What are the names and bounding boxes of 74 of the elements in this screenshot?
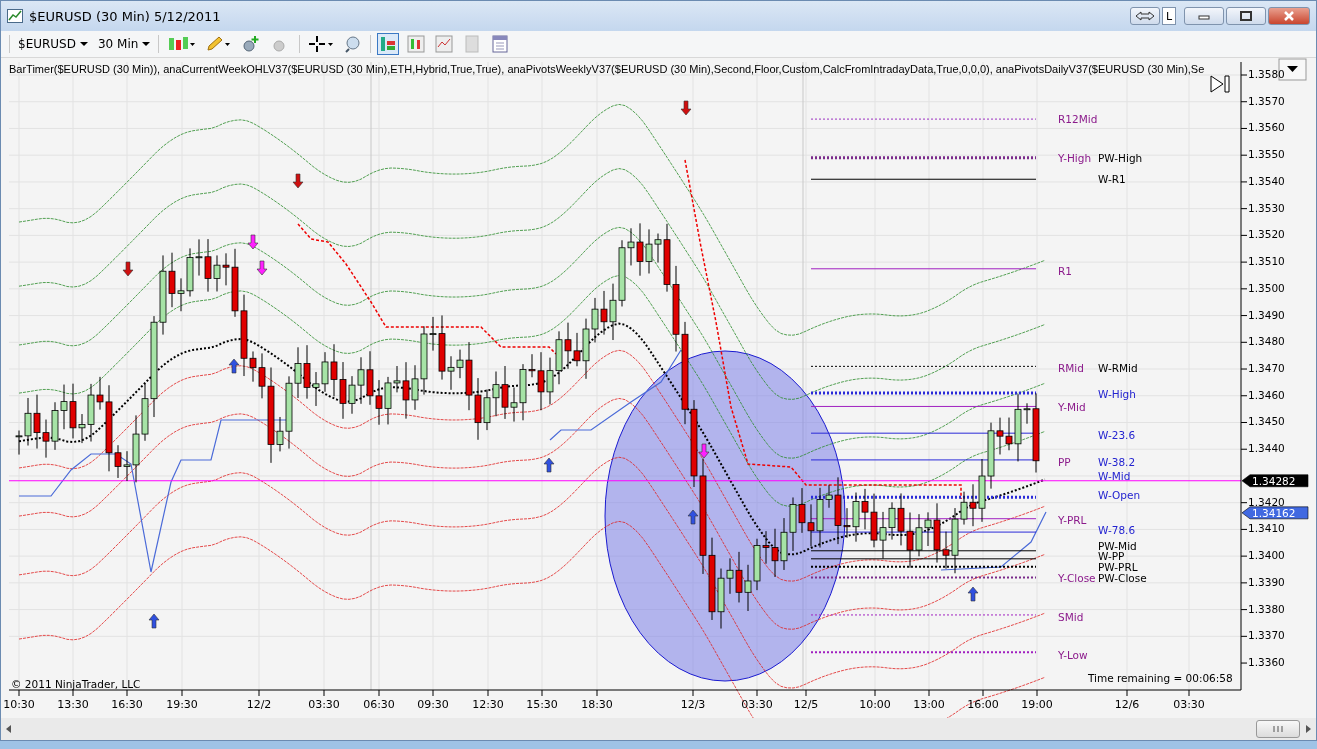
price-tick-label: 1.3420	[1248, 495, 1285, 508]
pivot-label: Y-Close	[1058, 572, 1096, 584]
pivot-label: R1	[1058, 265, 1072, 277]
price-tick-label: 1.3400	[1248, 549, 1285, 562]
time-tick-label: 12/6	[1114, 698, 1140, 711]
instrument-dropdown[interactable]: $EURUSD	[16, 37, 90, 51]
pivot-label: W-R1	[1098, 173, 1126, 185]
time-tick-label: 12/2	[246, 698, 272, 711]
link-button[interactable]: L	[1162, 7, 1176, 25]
pivot-label: PW-High	[1098, 152, 1143, 164]
window-title: $EURUSD (30 Min) 5/12/2011	[29, 8, 222, 24]
price-tick-label: 1.3370	[1248, 629, 1285, 642]
time-tick-label: 03:30	[1173, 698, 1205, 711]
time-remaining-text: Time remaining = 00:06:58	[1088, 672, 1233, 684]
time-tick-label: 03:30	[308, 698, 340, 711]
time-tick-label: 12/5	[793, 698, 819, 711]
price-tick-label: 1.3550	[1248, 148, 1285, 161]
price-tick-label: 1.3440	[1248, 442, 1285, 455]
time-tick-label: 18:30	[581, 698, 613, 711]
pivot-label: W-RMid	[1098, 362, 1138, 374]
time-tick-label: 19:30	[166, 698, 198, 711]
time-tick-label: 13:00	[913, 698, 945, 711]
time-tick-label: 19:00	[1021, 698, 1053, 711]
pivot-label: W-High	[1098, 388, 1136, 400]
time-tick-label: 16:30	[111, 698, 143, 711]
time-tick-label: 10:00	[859, 698, 891, 711]
price-flag-label: 1.34282	[1252, 474, 1296, 487]
price-tick-label: 1.3520	[1248, 228, 1285, 241]
pivot-label: PW-PRL	[1098, 561, 1138, 573]
price-tick-label: 1.3390	[1248, 575, 1285, 588]
price-tick-label: 1.3480	[1248, 335, 1285, 348]
interval-dropdown[interactable]: 30 Min	[96, 37, 153, 51]
pivot-label: W-38.2	[1098, 456, 1136, 468]
price-tick-label: 1.3380	[1248, 602, 1285, 615]
price-tick-label: 1.3410	[1248, 522, 1285, 535]
indicator-list: BarTimer($EURUSD (30 Min)), anaCurrentWeekOHLV37($EURUSD (30 Min),ETH,Hybrid,True,True), anaPivotsWeeklyV37($EURUSD (30 Min),Second,Floor,Custom,CalcFromIntradayData,True,0,0,0), anaPivotsDailyV37($EURUSD (30 Min),Se	[9, 63, 1205, 75]
time-tick-label: 12:30	[472, 698, 504, 711]
pivot-label: W-78.6	[1098, 524, 1136, 536]
pivot-label: Y-Mid	[1058, 401, 1086, 413]
pivot-label: R12Mid	[1058, 113, 1098, 125]
price-tick-label: 1.3450	[1248, 415, 1285, 428]
pivot-label: PW-Close	[1098, 572, 1147, 584]
price-tick-label: 1.3470	[1248, 362, 1285, 375]
time-tick-label: 10:30	[3, 698, 35, 711]
price-tick-label: 1.3500	[1248, 281, 1285, 294]
pivot-label: Y-PRL	[1058, 514, 1087, 526]
pivot-label: PP	[1058, 456, 1071, 468]
price-tick-label: 1.3570	[1248, 94, 1285, 107]
time-tick-label: 13:30	[57, 698, 89, 711]
pivot-label: Y-High	[1058, 152, 1092, 164]
copyright-text: © 2011 NinjaTrader, LLC	[11, 678, 141, 690]
pivot-label: RMid	[1058, 362, 1084, 374]
time-tick-label: 15:30	[526, 698, 558, 711]
pivot-label: W-23.6	[1098, 429, 1136, 441]
price-tick-label: 1.3490	[1248, 308, 1285, 321]
pivot-label: W-PP	[1098, 550, 1125, 562]
price-tick-label: 1.3510	[1248, 255, 1285, 268]
pivot-label: W-Mid	[1098, 470, 1131, 482]
price-tick-label: 1.3580	[1248, 68, 1285, 80]
pivot-label: Y-Low	[1058, 649, 1088, 661]
price-tick-label: 1.3540	[1248, 174, 1285, 187]
price-tick-label: 1.3530	[1248, 201, 1285, 214]
price-tick-label: 1.3460	[1248, 388, 1285, 401]
pivot-label: W-Open	[1098, 489, 1141, 501]
time-tick-label: 09:30	[417, 698, 449, 711]
price-flag-label: 1.34162	[1252, 506, 1296, 519]
time-tick-label: 16:00	[967, 698, 999, 711]
time-tick-label: 12/3	[680, 698, 706, 711]
price-tick-label: 1.3360	[1248, 656, 1285, 669]
price-tick-label: 1.3560	[1248, 121, 1285, 134]
time-tick-label: 06:30	[363, 698, 395, 711]
time-tick-label: 03:30	[741, 698, 773, 711]
pivot-label: SMid	[1058, 611, 1084, 623]
pivot-label: PW-Mid	[1098, 540, 1137, 552]
